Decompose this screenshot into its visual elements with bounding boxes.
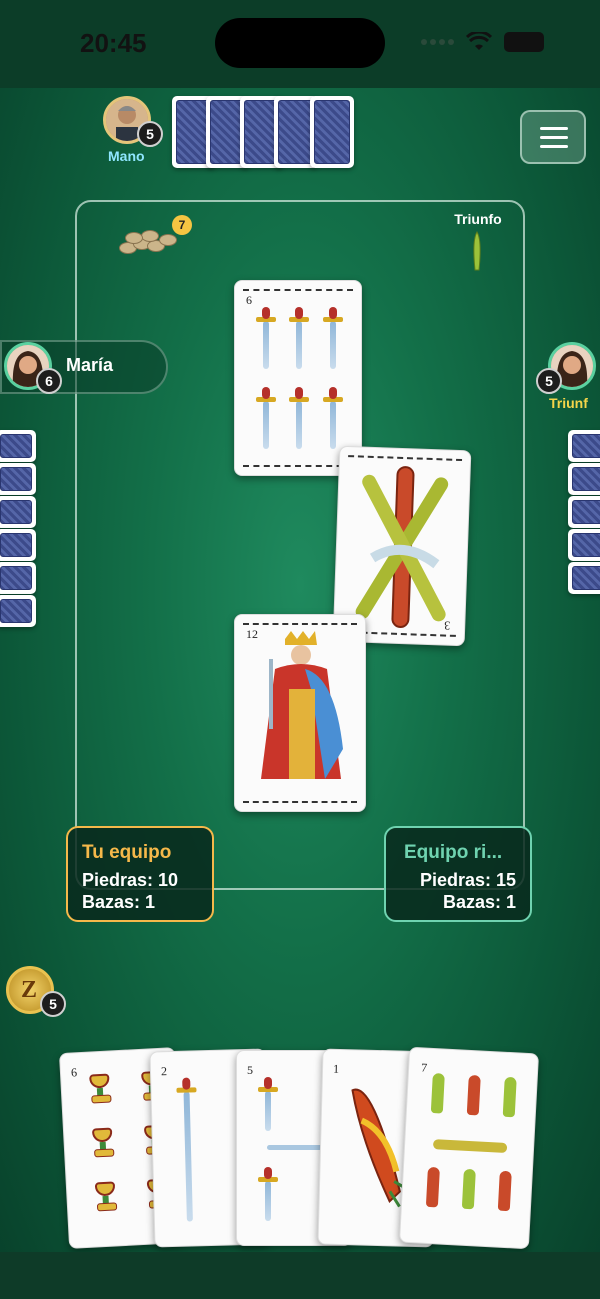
my-team-bazas: Bazas: 1 <box>82 892 156 912</box>
rival-team-title: Equipo ri... <box>404 842 503 863</box>
sword-icon <box>323 307 343 369</box>
rival-team-bazas: Bazas: 1 <box>442 892 516 912</box>
sword-icon <box>258 1167 278 1221</box>
top-player-card-count: 5 <box>137 121 163 147</box>
menu-button[interactable] <box>520 110 586 164</box>
club-icon <box>425 1166 440 1208</box>
sword-icon <box>289 387 309 449</box>
status-icons <box>421 32 544 52</box>
trump-bastos-icon <box>473 231 481 271</box>
card-number: 5 <box>247 1063 253 1077</box>
left-player-card-back <box>0 463 36 495</box>
card-number: 7 <box>420 1060 428 1075</box>
sword-icon <box>258 1077 278 1131</box>
card-number: 6 <box>70 1065 78 1080</box>
rival-team-score: Equipo ri... Piedras: 15 Bazas: 1 <box>384 826 532 922</box>
sword-icon <box>256 387 276 449</box>
club-icon <box>497 1170 512 1212</box>
status-time: 20:45 <box>80 28 147 58</box>
signal-icon <box>421 39 454 45</box>
left-player-card-count: 6 <box>36 368 62 394</box>
sword-icon <box>289 307 309 369</box>
right-player-card-back <box>568 463 600 495</box>
cup-icon <box>87 1073 112 1104</box>
card-number: 1 <box>332 1061 340 1076</box>
played-card-12-espadas: 12 <box>234 614 366 812</box>
club-icon <box>502 1076 517 1118</box>
left-player-name: María <box>66 355 114 375</box>
right-player-card-back <box>568 430 600 462</box>
my-card-count: 5 <box>40 991 66 1017</box>
king-figure-icon <box>261 631 343 779</box>
my-team-title: Tu equipo <box>82 842 172 863</box>
rival-team-piedras: Piedras: 15 <box>419 870 516 890</box>
right-player-card-back <box>568 496 600 528</box>
hand-card-7-bastos[interactable]: 7 <box>398 1046 540 1250</box>
stones-pile-icon <box>115 228 177 258</box>
dynamic-island <box>215 18 385 68</box>
bottom-bar <box>0 1252 600 1299</box>
cup-icon <box>90 1127 115 1158</box>
club-icon <box>461 1168 476 1210</box>
right-player-role: Triunf <box>549 395 588 411</box>
card-number: 6 <box>246 293 252 307</box>
left-player-card-back <box>0 595 36 627</box>
stones-count: 7 <box>172 215 192 235</box>
my-team-score: Tu equipo Piedras: 10 Bazas: 1 <box>66 826 214 922</box>
top-player-role: Mano <box>108 148 145 164</box>
right-player-card-count: 5 <box>536 368 562 394</box>
card-number: 2 <box>160 1064 168 1079</box>
cup-icon <box>93 1181 118 1212</box>
triunfo-label: Triunfo <box>454 211 502 227</box>
wifi-icon <box>466 32 492 50</box>
right-player-card-back <box>568 562 600 594</box>
sword-icon <box>256 307 276 369</box>
top-player-card-back <box>310 96 354 168</box>
sword-icon <box>183 1091 193 1222</box>
left-player-card-back <box>0 562 36 594</box>
sword-icon <box>323 387 343 449</box>
left-player-card-back <box>0 529 36 561</box>
club-icon <box>466 1074 481 1116</box>
club-icon <box>430 1073 445 1114</box>
status-bar: 20:45 <box>0 0 600 88</box>
right-player-card-back <box>568 529 600 561</box>
left-player-card-back <box>0 496 36 528</box>
left-player-card-back <box>0 430 36 462</box>
hamburger-icon <box>540 127 568 130</box>
bastos-icon <box>355 466 449 628</box>
my-team-piedras: Piedras: 10 <box>82 870 179 890</box>
battery-icon <box>504 32 544 52</box>
